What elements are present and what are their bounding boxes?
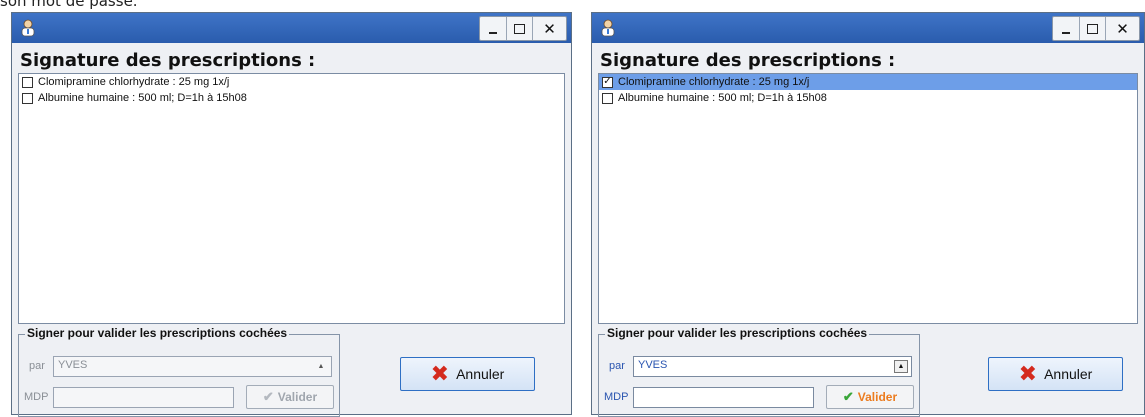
mdp-label: MDP <box>24 391 49 403</box>
prescription-item-selected[interactable]: ✓ Clomipramine chlorhydrate : 25 mg 1x/j <box>599 74 1137 90</box>
user-select[interactable]: YVES ▲ <box>633 356 912 377</box>
window-content: Signature des prescriptions : Clomiprami… <box>12 43 571 417</box>
window-controls: ✕ <box>1052 16 1140 41</box>
prescription-label: Albumine humaine : 500 ml; D=1h à 15h08 <box>618 92 827 104</box>
signature-groupbox: Signer pour valider les prescriptions co… <box>18 326 340 417</box>
par-label: par <box>29 360 45 372</box>
prescription-checkbox[interactable] <box>22 92 33 104</box>
doctor-icon <box>601 19 615 37</box>
prescription-checkbox[interactable] <box>602 92 613 104</box>
doctor-icon <box>21 19 35 37</box>
close-button[interactable]: ✕ <box>532 17 566 40</box>
annuler-button[interactable]: ✖ Annuler <box>400 357 535 391</box>
valider-button[interactable]: ✔ Valider <box>246 385 334 409</box>
groupbox-title: Signer pour valider les prescriptions co… <box>605 326 870 340</box>
prescription-label: Clomipramine chlorhydrate : 25 mg 1x/j <box>618 76 810 88</box>
password-field[interactable] <box>53 387 234 408</box>
valider-label: Valider <box>277 390 318 404</box>
window-content: Signature des prescriptions : ✓ Clomipra… <box>592 43 1144 417</box>
prescription-list: ✓ Clomipramine chlorhydrate : 25 mg 1x/j… <box>598 73 1138 324</box>
dialog-title: Signature des prescriptions : <box>20 50 316 71</box>
page-caption: son mot de passe. <box>0 0 138 10</box>
dropdown-arrow-icon[interactable]: ▲ <box>314 360 328 373</box>
red-x-icon: ✖ <box>1018 361 1038 387</box>
annuler-label: Annuler <box>1044 366 1093 382</box>
maximize-button[interactable] <box>1079 17 1105 40</box>
prescription-item[interactable]: Albumine humaine : 500 ml; D=1h à 15h08 <box>599 90 1137 106</box>
annuler-button[interactable]: ✖ Annuler <box>988 357 1123 391</box>
prescription-checkbox[interactable] <box>22 76 33 88</box>
valider-label: Valider <box>857 390 898 404</box>
prescription-checkbox-checked[interactable]: ✓ <box>602 76 613 88</box>
minimize-button[interactable] <box>480 17 506 40</box>
red-x-icon: ✖ <box>430 361 450 387</box>
signature-window-unchecked: ✕ Signature des prescriptions : Clomipra… <box>11 12 572 417</box>
close-button[interactable]: ✕ <box>1105 17 1139 40</box>
dropdown-arrow-icon[interactable]: ▲ <box>894 360 908 373</box>
prescription-label: Clomipramine chlorhydrate : 25 mg 1x/j <box>38 76 230 88</box>
signature-groupbox: Signer pour valider les prescriptions co… <box>598 326 920 417</box>
groupbox-title: Signer pour valider les prescriptions co… <box>25 326 290 340</box>
maximize-button[interactable] <box>506 17 532 40</box>
minimize-button[interactable] <box>1053 17 1079 40</box>
checkmark-icon: ✔ <box>262 389 274 404</box>
checkmark-icon: ✔ <box>842 389 854 404</box>
annuler-label: Annuler <box>456 366 505 382</box>
par-label: par <box>609 360 625 372</box>
valider-button[interactable]: ✔ Valider <box>826 385 914 409</box>
prescription-label: Albumine humaine : 500 ml; D=1h à 15h08 <box>38 92 247 104</box>
user-select-value: YVES <box>58 359 88 371</box>
window-controls: ✕ <box>479 16 567 41</box>
prescription-list: Clomipramine chlorhydrate : 25 mg 1x/j A… <box>18 73 565 324</box>
prescription-item[interactable]: Clomipramine chlorhydrate : 25 mg 1x/j <box>19 74 564 90</box>
password-field[interactable] <box>633 387 814 408</box>
user-select[interactable]: YVES ▲ <box>53 356 332 377</box>
signature-window-checked: ✕ Signature des prescriptions : ✓ Clomip… <box>591 12 1145 417</box>
user-select-value: YVES <box>638 359 668 371</box>
mdp-label: MDP <box>604 391 629 403</box>
prescription-item[interactable]: Albumine humaine : 500 ml; D=1h à 15h08 <box>19 90 564 106</box>
title-bar[interactable]: ✕ <box>12 13 571 43</box>
dialog-title: Signature des prescriptions : <box>600 50 896 71</box>
title-bar[interactable]: ✕ <box>592 13 1144 43</box>
